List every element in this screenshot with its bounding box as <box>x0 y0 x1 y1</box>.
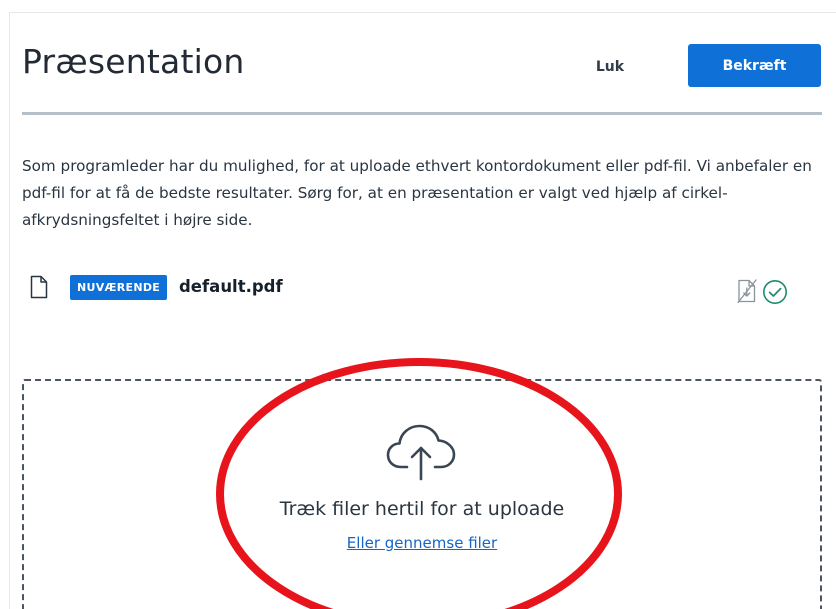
confirm-button[interactable]: Bekræft <box>688 44 821 87</box>
file-icon <box>30 275 48 299</box>
header-divider <box>22 112 822 115</box>
file-dropzone[interactable]: Træk filer hertil for at uploade Eller g… <box>22 379 822 609</box>
cloud-upload-icon <box>384 421 460 481</box>
current-badge: NUVÆRENDE <box>70 275 168 300</box>
presentation-file-row: NUVÆRENDE default.pdf <box>22 274 822 310</box>
close-button[interactable]: Luk <box>576 52 644 82</box>
file-name: default.pdf <box>179 277 283 296</box>
download-disabled-icon[interactable] <box>736 278 758 304</box>
browse-files-link[interactable]: Eller gennemse filer <box>24 534 820 552</box>
modal-title: Præsentation <box>22 42 245 81</box>
dropzone-text: Træk filer hertil for at uploade <box>279 498 565 520</box>
check-circle-icon[interactable] <box>762 279 788 305</box>
description-text: Som programleder har du mulighed, for at… <box>22 157 812 229</box>
